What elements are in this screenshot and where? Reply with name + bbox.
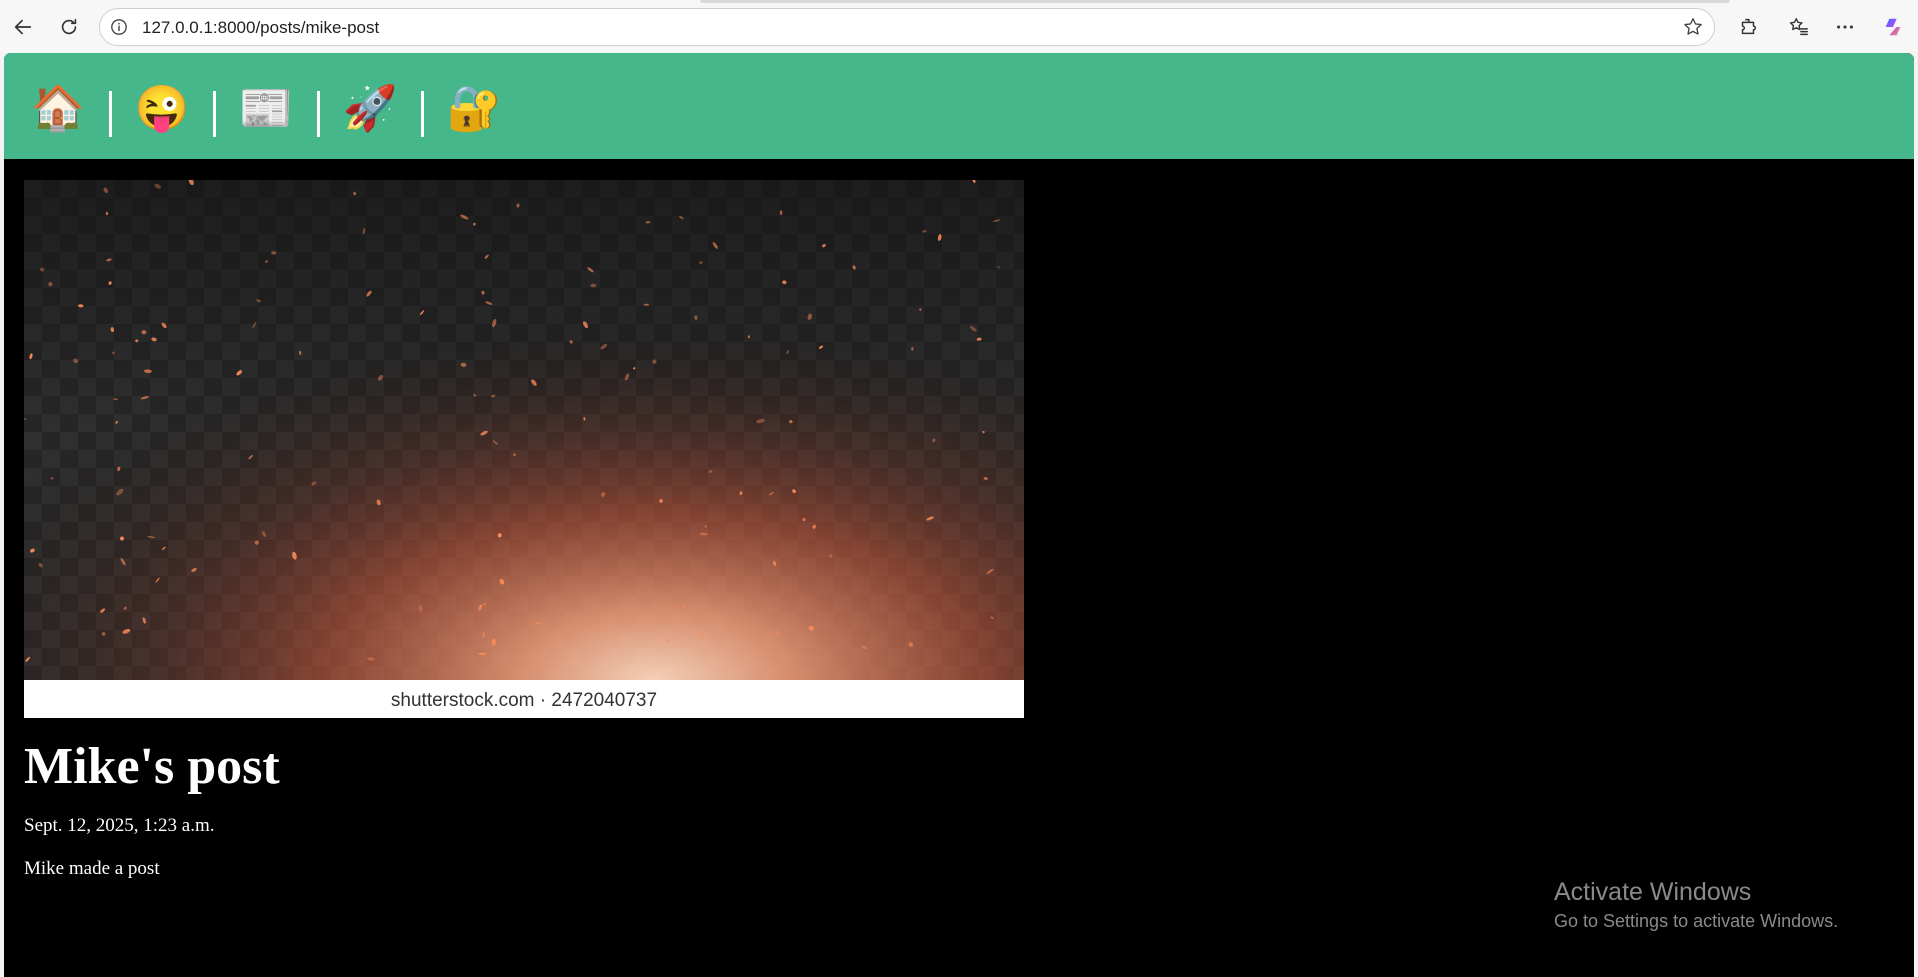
more-icon[interactable] bbox=[1830, 12, 1860, 42]
house-icon[interactable]: 🏠 bbox=[31, 83, 86, 135]
tab-strip-edge bbox=[700, 0, 1730, 3]
post-date: Sept. 12, 2025, 1:23 a.m. bbox=[24, 815, 215, 836]
browser-toolbar: 127.0.0.1:8000/posts/mike-post bbox=[0, 0, 1918, 52]
image-caption: shutterstock.com · 2472040737 bbox=[391, 690, 657, 711]
address-bar[interactable]: 127.0.0.1:8000/posts/mike-post bbox=[99, 8, 1715, 46]
page-viewport: 🏠 😜 📰 🚀 🔐 shutterstock.com · 2472040737 … bbox=[4, 53, 1914, 977]
refresh-icon[interactable] bbox=[52, 10, 86, 44]
watermark-title: Activate Windows bbox=[1554, 878, 1752, 906]
lock-key-icon[interactable]: 🔐 bbox=[447, 83, 502, 135]
star-icon[interactable] bbox=[1682, 16, 1704, 38]
spark bbox=[478, 652, 487, 656]
post-body: Mike made a post bbox=[24, 858, 160, 879]
back-arrow-icon[interactable] bbox=[6, 10, 40, 44]
newspaper-icon[interactable]: 📰 bbox=[239, 83, 294, 135]
windows-activation-watermark: Activate Windows Go to Settings to activ… bbox=[1554, 877, 1838, 933]
nav-separator bbox=[421, 91, 424, 137]
spark bbox=[779, 210, 783, 216]
site-navbar: 🏠 😜 📰 🚀 🔐 bbox=[4, 53, 1914, 159]
copilot-icon[interactable] bbox=[1878, 12, 1908, 42]
nav-separator bbox=[213, 91, 216, 137]
info-icon[interactable] bbox=[110, 18, 128, 36]
post-title: Mike's post bbox=[24, 738, 280, 795]
favorites-list-icon[interactable] bbox=[1784, 12, 1814, 42]
zany-face-icon[interactable]: 😜 bbox=[135, 83, 190, 135]
address-url[interactable]: 127.0.0.1:8000/posts/mike-post bbox=[142, 18, 379, 38]
puzzle-icon[interactable] bbox=[1733, 12, 1763, 42]
post-image: shutterstock.com · 2472040737 bbox=[24, 180, 1024, 718]
nav-separator bbox=[109, 91, 112, 137]
rocket-icon[interactable]: 🚀 bbox=[343, 83, 398, 135]
watermark-subtitle: Go to Settings to activate Windows. bbox=[1554, 911, 1839, 931]
nav-separator bbox=[317, 91, 320, 137]
